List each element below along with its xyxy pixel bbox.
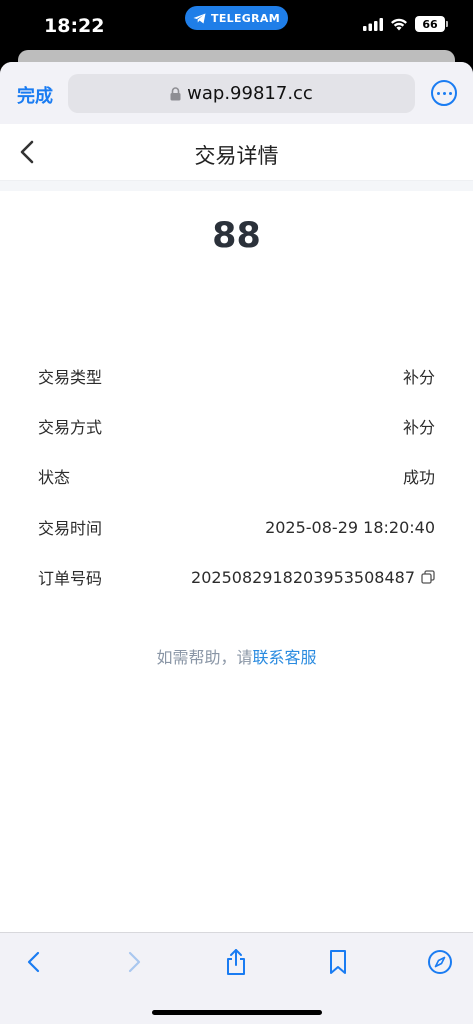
detail-value: 2025-08-29 18:20:40: [265, 517, 435, 537]
bookmarks-button[interactable]: [322, 946, 354, 978]
status-bar: 18:22 TELEGRAM 66: [0, 0, 473, 52]
share-button[interactable]: [220, 946, 252, 978]
more-dot: [442, 91, 446, 95]
open-in-safari-button[interactable]: [424, 946, 456, 978]
detail-row-method: 交易方式 补分: [38, 414, 435, 438]
detail-row-time: 交易时间 2025-08-29 18:20:40: [38, 515, 435, 539]
copy-icon[interactable]: [421, 570, 435, 584]
wifi-icon: [391, 18, 407, 30]
in-app-browser: 完成 wap.99817.cc 交易详情 88 交易类型 补分 交易方式 补分 …: [0, 62, 473, 1024]
detail-value: 成功: [402, 468, 435, 487]
chevron-right-icon: [128, 951, 141, 973]
detail-value: 补分: [402, 418, 435, 437]
forward-button[interactable]: [118, 946, 150, 978]
chevron-left-icon: [27, 951, 40, 973]
battery-indicator: 66: [415, 16, 448, 32]
order-number-value: 2025082918203953508487: [191, 568, 435, 587]
url-text: wap.99817.cc: [187, 83, 313, 104]
detail-label: 交易类型: [38, 368, 103, 387]
page-title: 交易详情: [194, 144, 279, 168]
status-icons: 66: [363, 16, 448, 32]
page-header: 交易详情: [0, 124, 473, 181]
detail-label: 订单号码: [38, 569, 103, 588]
detail-row-order-number: 订单号码 2025082918203953508487: [38, 565, 435, 589]
header-divider: [0, 181, 473, 191]
detail-value: 补分: [402, 368, 435, 387]
detail-value: 2025082918203953508487: [191, 567, 415, 587]
help-line: 如需帮助，请联系客服: [0, 644, 473, 668]
detail-row-type: 交易类型 补分: [38, 364, 435, 388]
more-options-button[interactable]: [431, 80, 457, 106]
cellular-signal-icon: [363, 17, 383, 31]
status-time: 18:22: [44, 15, 105, 37]
phone-screen: 18:22 TELEGRAM 66 完成 wap.99817.cc 交易详情 8…: [0, 0, 473, 1024]
bookmark-icon: [330, 950, 346, 974]
share-icon: [227, 949, 245, 975]
detail-row-status: 状态 成功: [38, 464, 435, 488]
telegram-icon: [193, 13, 206, 23]
more-dot: [448, 91, 452, 95]
help-text: 如需帮助，请: [156, 648, 253, 667]
browser-toolbar: [0, 932, 473, 1024]
done-button[interactable]: 完成: [17, 82, 53, 108]
browser-nav-bar: 完成 wap.99817.cc: [0, 62, 473, 124]
transaction-amount: 88: [212, 216, 261, 256]
telegram-label: TELEGRAM: [211, 11, 280, 25]
detail-label: 状态: [38, 468, 71, 487]
detail-label: 交易方式: [38, 418, 103, 437]
compass-icon: [428, 950, 452, 974]
detail-label: 交易时间: [38, 519, 103, 538]
home-indicator: [152, 1010, 322, 1015]
back-button[interactable]: [18, 946, 50, 978]
web-content: 交易详情 88 交易类型 补分 交易方式 补分 状态 成功 交易时间 2025-…: [0, 124, 473, 932]
url-field[interactable]: wap.99817.cc: [68, 74, 415, 113]
more-dot: [436, 91, 440, 95]
back-to-telegram-pill[interactable]: TELEGRAM: [185, 6, 288, 30]
lock-icon: [170, 86, 181, 100]
contact-support-link[interactable]: 联系客服: [253, 648, 317, 667]
